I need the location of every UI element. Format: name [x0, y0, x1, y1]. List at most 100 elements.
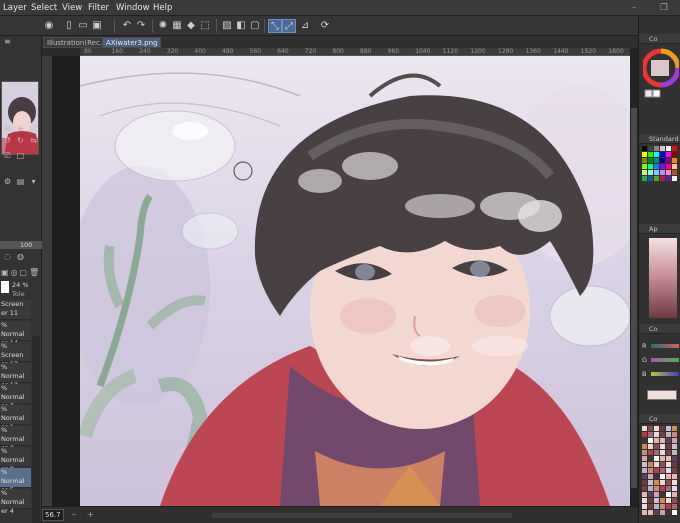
zoom-value[interactable]: 56.7: [42, 509, 64, 521]
subtool-view-icon[interactable]: ▤: [15, 177, 26, 187]
color-set-grid[interactable]: [642, 146, 680, 206]
color-swatch[interactable]: [642, 444, 647, 449]
rotate-left-icon[interactable]: ↺: [2, 136, 13, 146]
color-swatch[interactable]: [666, 474, 671, 479]
color-wheel[interactable]: [643, 46, 679, 102]
color-swatch[interactable]: [654, 176, 659, 181]
tab-axiwater[interactable]: AXiwater3.png: [102, 37, 162, 48]
color-swatch[interactable]: [666, 146, 671, 151]
color-swatch[interactable]: [654, 486, 659, 491]
color-swatch[interactable]: [648, 152, 653, 157]
layer-row[interactable]: % Normaler 7: [0, 384, 31, 410]
zoom-in-icon[interactable]: ⊕: [15, 124, 26, 134]
save-icon[interactable]: ▣: [90, 19, 104, 33]
color-swatch[interactable]: [642, 498, 647, 503]
color-swatch[interactable]: [648, 176, 653, 181]
fill-icon[interactable]: ◆: [184, 19, 198, 33]
color-swatch[interactable]: [660, 444, 665, 449]
color-swatch[interactable]: [654, 170, 659, 175]
color-swatch[interactable]: [642, 146, 647, 151]
color-swatch[interactable]: [648, 438, 653, 443]
reset-view-icon[interactable]: ⎚: [2, 151, 13, 161]
color-swatch[interactable]: [648, 450, 653, 455]
menu-filter[interactable]: Filter: [88, 3, 109, 13]
layer-row[interactable]: % Normal er 4: [0, 489, 31, 515]
color-wheel-header[interactable]: Co: [639, 34, 680, 44]
color-swatch[interactable]: [672, 480, 677, 485]
color-swatch[interactable]: [660, 146, 665, 151]
color-swatch[interactable]: [654, 450, 659, 455]
color-swatch[interactable]: [648, 480, 653, 485]
color-swatch[interactable]: [654, 510, 659, 515]
color-swatch[interactable]: [648, 456, 653, 461]
zoom-out-icon[interactable]: –: [72, 510, 76, 519]
color-swatch[interactable]: [648, 510, 653, 515]
undo-icon[interactable]: ↶: [120, 19, 134, 33]
chevron-down-icon[interactable]: ▾: [28, 177, 39, 187]
color-swatch[interactable]: [648, 426, 653, 431]
color-swatch[interactable]: [666, 152, 671, 157]
color-swatch[interactable]: [672, 504, 677, 509]
new-layer-icon[interactable]: ▢: [20, 268, 28, 278]
color-swatch[interactable]: [672, 456, 677, 461]
color-swatch[interactable]: [642, 176, 647, 181]
color-swatch[interactable]: [672, 468, 677, 473]
menu-select[interactable]: Select: [31, 3, 57, 13]
approx-panel-header[interactable]: Ap: [639, 224, 680, 234]
color-swatch[interactable]: [654, 480, 659, 485]
color-swatch[interactable]: [654, 164, 659, 169]
color-swatch[interactable]: [660, 164, 665, 169]
color-swatch[interactable]: [660, 170, 665, 175]
color-swatch[interactable]: [666, 158, 671, 163]
color-swatch[interactable]: [648, 462, 653, 467]
lock-icon[interactable]: ▣: [1, 268, 9, 278]
drawing-canvas[interactable]: [80, 56, 630, 506]
color-swatch[interactable]: [672, 462, 677, 467]
horizontal-scrollbar[interactable]: [212, 513, 512, 518]
color-swatch[interactable]: [642, 152, 647, 157]
layer-row[interactable]: % Normaler 2: [0, 426, 31, 452]
layer-row[interactable]: % Normaler 12: [0, 363, 31, 389]
layer-row[interactable]: % Screener 13: [0, 342, 31, 368]
approximate-color-field[interactable]: [649, 238, 677, 318]
color-swatch[interactable]: [660, 474, 665, 479]
color-swatch[interactable]: [660, 456, 665, 461]
color-swatch[interactable]: [660, 450, 665, 455]
color-swatch[interactable]: [660, 492, 665, 497]
color-swatch[interactable]: [648, 146, 653, 151]
clip-icon[interactable]: ◎: [11, 268, 18, 278]
color-swatch[interactable]: [654, 474, 659, 479]
color-swatch[interactable]: [672, 474, 677, 479]
color-swatch[interactable]: [654, 158, 659, 163]
panel-menu-icon[interactable]: ≡: [2, 37, 13, 47]
app-icon[interactable]: ◉: [42, 19, 56, 33]
fit-icon[interactable]: ⤢: [28, 124, 39, 134]
trash-icon[interactable]: 🗑: [29, 268, 39, 278]
color-swatch[interactable]: [666, 432, 671, 437]
color-history-grid[interactable]: [642, 426, 680, 521]
layer-scrollbar[interactable]: [32, 336, 40, 523]
snap-ruler-icon[interactable]: ⤡: [268, 19, 282, 33]
color-swatch[interactable]: [648, 492, 653, 497]
color-swatch[interactable]: [648, 444, 653, 449]
color-swatch[interactable]: [672, 492, 677, 497]
menu-window[interactable]: Window: [116, 3, 150, 13]
color-swatch[interactable]: [642, 426, 647, 431]
color-swatch[interactable]: [642, 438, 647, 443]
snap-grid-icon[interactable]: ⊿: [298, 19, 312, 33]
color-swatch[interactable]: [660, 510, 665, 515]
flip-icon[interactable]: ⇋: [28, 136, 39, 146]
layer-row[interactable]: % Normaler 14: [0, 321, 31, 347]
color-swatch[interactable]: [654, 152, 659, 157]
r-slider[interactable]: [651, 344, 679, 348]
color-swatch[interactable]: [642, 432, 647, 437]
layer-row[interactable]: % Normaler 5: [0, 468, 31, 494]
color-swatch[interactable]: [660, 152, 665, 157]
rotate-canvas-icon[interactable]: ⟳: [318, 19, 332, 33]
zoom-out-icon[interactable]: ⊖: [2, 124, 13, 134]
actual-size-icon[interactable]: □: [15, 151, 26, 161]
clear-icon[interactable]: ▦: [170, 19, 184, 33]
selection-border-icon[interactable]: ▢: [248, 19, 262, 33]
color-swatch[interactable]: [666, 468, 671, 473]
color-swatch[interactable]: [660, 158, 665, 163]
